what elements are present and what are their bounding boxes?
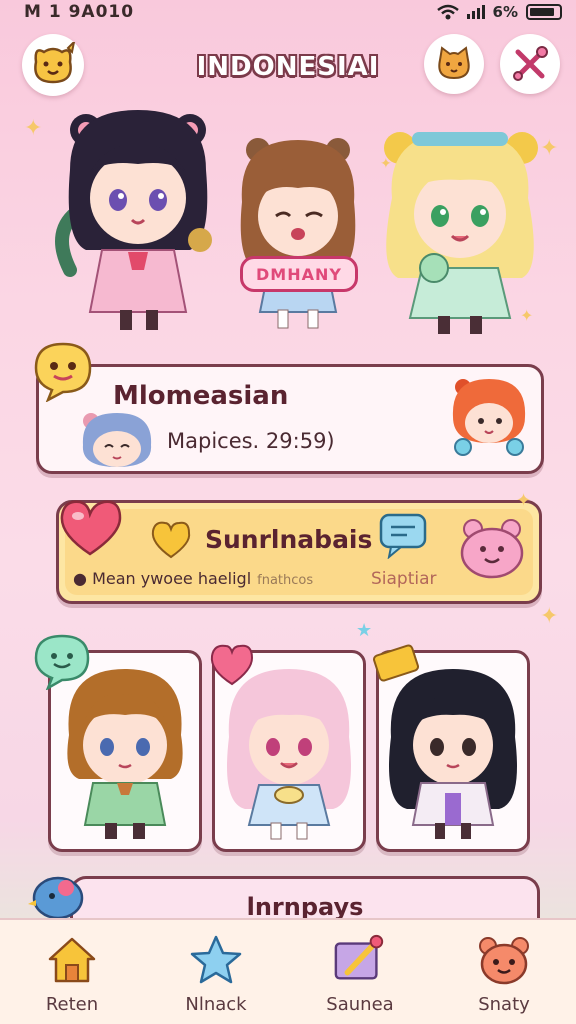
battery-icon [526,4,562,20]
card-subtitle: Mapices. 29:59) [167,429,335,453]
status-bar: M 1 9A010 6% [0,0,576,26]
brush-icon [332,932,388,988]
bottom-navigation: Reten Nlnack Saunea Snaty [0,918,576,1024]
bear-icon [476,932,532,988]
battery-percent: 6% [492,3,518,21]
nav-home[interactable]: Reten [0,920,144,1024]
status-time: M 1 9A010 [24,2,135,22]
highlight-description: ● Mean ywoee haeligl fnathcos [73,569,313,588]
nav-label: Snaty [478,994,530,1015]
tools-icon [513,46,548,81]
nav-favorites[interactable]: Nlnack [144,920,288,1024]
blue-hair-avatar-icon [82,413,152,467]
ticket-icon [373,644,419,682]
character-brown-hair [240,138,356,329]
red-heart-icon [60,500,122,556]
star-icon [188,932,244,988]
character-dark-hair [55,110,212,330]
nav-label: Reten [45,994,99,1015]
highlight-card[interactable]: Sunrlnabais ● Mean ywoee haeligl fnathcos… [56,500,542,604]
featured-card[interactable]: Mlomeasian Mapices. 29:59) [36,364,544,474]
info-dot-icon: ● [73,569,87,588]
nav-profile[interactable]: Snaty [432,920,576,1024]
battery-fill [530,8,554,16]
tools-button[interactable] [500,34,560,94]
chat-emoji-icon [34,342,92,402]
orange-hair-avatar-icon [452,379,526,456]
yellow-heart-icon [151,521,191,559]
sparkle-icon: ★ [356,620,373,641]
chat-bubble-icon [379,513,427,559]
section-title: lnrnpays [246,893,364,921]
hero-sign: DMHANY [240,256,358,292]
page-title: INDONESIAI [196,52,380,82]
blue-bird-icon [28,876,84,920]
home-icon [44,932,100,988]
cat-profile-button[interactable] [424,34,484,94]
sparkle-icon: ✦ [516,490,532,511]
nav-label: Saunea [326,994,394,1015]
sparkle-icon: ✦ [24,116,43,141]
sparkle-icon: ✦ [540,604,559,629]
hero-illustration: ✦ ✦ ✦ ✦ DMHANY [0,96,576,346]
signal-icon [466,5,485,19]
wifi-icon [436,4,459,20]
highlight-title: Sunrlnabais [205,525,373,554]
highlight-tag[interactable]: Siaptiar [371,569,437,589]
cat-icon [438,46,470,80]
highlight-desc-muted: fnathcos [257,573,314,588]
pink-heart-icon [210,644,254,686]
character-blonde-hair [384,132,538,334]
status-icons: 6% [436,3,562,21]
nav-label: Nlnack [185,994,247,1015]
pink-bear-icon [460,519,524,579]
mint-chat-icon [34,634,90,690]
highlight-desc-text: Mean ywoee haeligl [92,569,252,588]
nav-create[interactable]: Saunea [288,920,432,1024]
